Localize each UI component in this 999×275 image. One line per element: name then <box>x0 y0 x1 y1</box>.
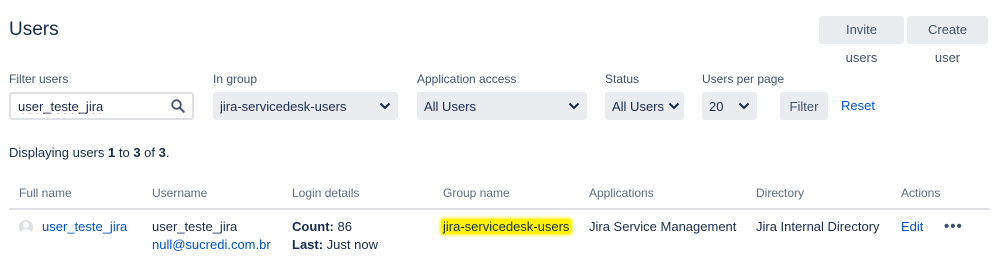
summary-suffix: . <box>165 145 170 160</box>
users-per-page-label: Users per page <box>702 72 785 86</box>
users-per-page-select[interactable]: 20 <box>702 92 757 120</box>
page-title: Users <box>9 19 59 40</box>
chevron-down-icon <box>668 102 680 110</box>
filter-users-value: user_teste_jira <box>18 98 104 114</box>
login-last-label: Last: <box>292 237 324 252</box>
edit-link[interactable]: Edit <box>901 219 923 234</box>
table-header-divider <box>9 208 990 210</box>
in-group-select[interactable]: jira-servicedesk-users <box>213 92 398 120</box>
application-access-select[interactable]: All Users <box>417 92 587 120</box>
invite-users-button[interactable]: Invite users <box>819 16 904 65</box>
full-name-link[interactable]: user_teste_jira <box>42 219 127 234</box>
summary-of-word: of <box>140 145 159 160</box>
more-icon[interactable]: ••• <box>944 218 963 235</box>
group-name: jira-servicedesk-users <box>441 219 572 234</box>
search-icon[interactable] <box>171 99 185 113</box>
summary-prefix: Displaying users <box>9 145 108 160</box>
displaying-summary: Displaying users 1 to 3 of 3. <box>9 145 169 160</box>
chevron-down-icon <box>379 102 391 110</box>
login-last: Last: Just now <box>292 237 378 252</box>
login-count: Count: 86 <box>292 219 352 234</box>
directory: Jira Internal Directory <box>756 219 880 234</box>
column-header-full-name: Full name <box>19 186 72 200</box>
username: user_teste_jira <box>152 219 238 234</box>
column-header-directory: Directory <box>756 186 805 200</box>
login-last-value: Just now <box>323 237 378 252</box>
reset-link[interactable]: Reset <box>841 98 875 113</box>
status-label: Status <box>605 72 640 86</box>
email-link[interactable]: null@sucredi.com.br <box>152 237 271 252</box>
status-value: All Users <box>612 98 665 114</box>
filter-users-label: Filter users <box>9 72 69 86</box>
column-header-login-details: Login details <box>292 186 360 200</box>
summary-to-word: to <box>115 145 134 160</box>
column-header-username: Username <box>152 186 208 200</box>
column-header-applications: Applications <box>589 186 654 200</box>
column-header-actions: Actions <box>901 186 941 200</box>
filter-users-input[interactable]: user_teste_jira <box>9 92 194 120</box>
chevron-down-icon <box>568 102 580 110</box>
login-count-value: 86 <box>333 219 352 234</box>
login-count-label: Count: <box>292 219 334 234</box>
application-access-label: Application access <box>417 72 517 86</box>
chevron-down-icon <box>738 102 750 110</box>
column-header-group-name: Group name <box>443 186 510 200</box>
create-user-button[interactable]: Create user <box>907 16 988 65</box>
applications: Jira Service Management <box>589 219 737 234</box>
summary-to: 3 <box>133 145 141 160</box>
group-name-highlight: jira-servicedesk-users <box>441 219 572 234</box>
users-per-page-value: 20 <box>709 98 724 114</box>
avatar <box>19 220 33 234</box>
status-select[interactable]: All Users <box>605 92 684 120</box>
application-access-value: All Users <box>424 98 477 114</box>
summary-total: 3 <box>158 145 166 160</box>
filter-button[interactable]: Filter <box>780 92 828 120</box>
in-group-value: jira-servicedesk-users <box>220 98 347 114</box>
in-group-label: In group <box>213 72 258 86</box>
